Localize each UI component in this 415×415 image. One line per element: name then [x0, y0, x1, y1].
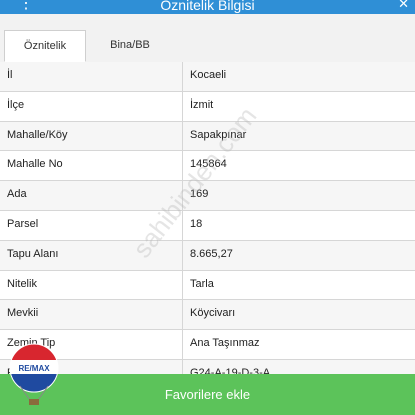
close-icon[interactable]: ✕ — [398, 0, 409, 13]
column-divider — [182, 62, 183, 374]
table-row: Nitelik Tarla — [0, 270, 415, 301]
attribute-key: İlçe — [7, 98, 25, 111]
attribute-key: Parsel — [7, 217, 39, 230]
attribute-key: Ada — [7, 188, 27, 201]
attribute-value: Köycivarı — [190, 307, 236, 320]
table-row: Mahalle/Köy Sapakpınar — [0, 121, 415, 152]
attribute-value: 18 — [190, 217, 203, 230]
attribute-key: İl — [7, 69, 13, 81]
table-row: Parsel 18 — [0, 210, 415, 241]
attribute-key: Nitelik — [7, 277, 37, 290]
add-to-favorites-button[interactable]: Favorilere ekle — [0, 374, 415, 415]
attribute-key: Tapu Alanı — [7, 247, 59, 260]
title-bar: ⋮ Öznitelik Bilgisi ✕ — [0, 0, 415, 14]
attribute-value: İzmit — [190, 98, 214, 111]
table-row: Mahalle No 145864 — [0, 151, 415, 182]
attribute-key: Mahalle No — [7, 158, 63, 171]
attribute-key: Mevkii — [7, 307, 39, 320]
table-row: İlçe İzmit — [0, 91, 415, 122]
table-row: İl Kocaeli — [0, 62, 415, 92]
attribute-key: Mahalle/Köy — [7, 128, 68, 141]
tab-bina-bb-listesi[interactable]: Bina/BB Listesi — [88, 30, 172, 81]
table-row: Zemin Tip Ana Taşınmaz — [0, 330, 415, 360]
attribute-value: Kocaeli — [190, 69, 227, 81]
tab-bar: Öznitelik Bilgisi Bina/BB Listesi — [0, 14, 415, 82]
tab-oznitelik-bilgisi[interactable]: Öznitelik Bilgisi — [4, 30, 86, 82]
attribute-value: Tarla — [190, 277, 214, 290]
table-row: Ada 169 — [0, 181, 415, 211]
page-title: Öznitelik Bilgisi — [160, 0, 255, 13]
remax-balloon-logo: RE/MAX — [9, 343, 59, 405]
logo-text: RE/MAX — [18, 364, 50, 373]
attribute-value: Ana Taşınmaz — [190, 337, 260, 350]
attribute-table: İl Kocaeli İlçe İzmit Mahalle/Köy Sapakp… — [0, 62, 415, 390]
table-row: Tapu Alanı 8.665,27 — [0, 240, 415, 271]
attribute-value: 145864 — [190, 158, 227, 171]
attribute-value: Sapakpınar — [190, 128, 247, 141]
attribute-value: 8.665,27 — [190, 247, 233, 260]
attribute-value: 169 — [190, 188, 209, 201]
table-row: Mevkii Köycivarı — [0, 300, 415, 331]
